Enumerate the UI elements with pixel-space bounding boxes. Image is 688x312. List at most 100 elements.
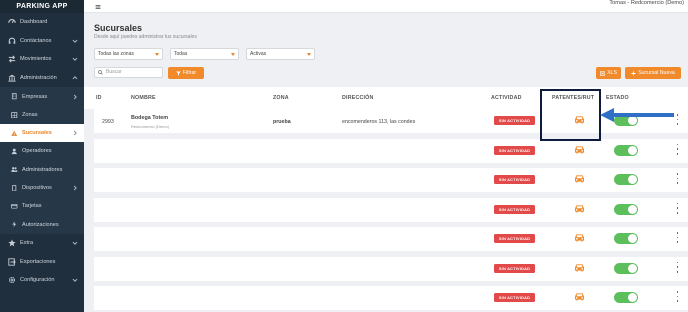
chevron-right-icon (72, 185, 78, 191)
filter-icon (176, 71, 181, 75)
table-row[interactable]: SIN ACTIVIDAD (94, 168, 688, 192)
page-title: Sucursales (94, 23, 143, 33)
chevron-down-icon (72, 56, 78, 62)
bolt-icon (11, 221, 18, 228)
sidebar-item-empresas[interactable]: Empresas (0, 87, 84, 106)
table-row[interactable]: SIN ACTIVIDAD (94, 286, 688, 310)
sidebar-item-administradores[interactable]: Administradores (0, 160, 84, 179)
plus-icon (631, 71, 636, 75)
caret-down-icon (155, 52, 159, 56)
more-options-icon[interactable] (676, 114, 679, 125)
type-filter-value: Todas (174, 51, 188, 57)
xls-export-button[interactable]: XLS (596, 67, 621, 79)
table-row[interactable]: SIN ACTIVIDAD (94, 256, 688, 281)
row-id: 2993 (102, 119, 114, 125)
zone-filter-select[interactable]: Todas las zonas (94, 48, 163, 60)
sidebar-item-tarjetas[interactable]: Tarjetas (0, 197, 84, 216)
toggle-knob (628, 145, 637, 155)
car-icon[interactable] (574, 145, 585, 154)
sidebar-item-extra[interactable]: Extra (0, 234, 84, 253)
sidebar-item-operadores[interactable]: Operadores (0, 142, 84, 161)
sidebar-item-label: Empresas (22, 93, 48, 100)
row-zone: prueba (273, 119, 291, 125)
column-header-activity[interactable]: ACTIVIDAD (491, 95, 522, 101)
headset-icon (7, 36, 16, 45)
row-address: encomenderos 113, las condes (342, 119, 416, 125)
sidebar-item-configuracion[interactable]: Configuración (0, 271, 84, 290)
sidebar-item-exportaciones[interactable]: Exportaciones (0, 252, 84, 271)
car-icon[interactable] (574, 292, 585, 301)
more-options-icon[interactable] (676, 291, 679, 302)
sidebar-item-label: Movimientos (20, 56, 52, 63)
toggle-knob (628, 293, 637, 302)
annotation-arrow (600, 108, 674, 122)
hamburger-menu-icon[interactable] (94, 3, 101, 10)
phone-icon (11, 184, 18, 192)
activity-badge: SIN ACTIVIDAD (494, 263, 535, 273)
more-options-icon[interactable] (676, 143, 679, 155)
column-header-id[interactable]: ID (96, 95, 102, 101)
status-toggle[interactable] (614, 144, 638, 156)
activity-badge: SIN ACTIVIDAD (494, 293, 535, 302)
zone-filter-value: Todas las zonas (98, 51, 134, 57)
sidebar-item-autorizaciones[interactable]: Autorizaciones (0, 215, 84, 234)
user-menu[interactable]: Tomas - Redcomercio (Demo) (609, 0, 684, 7)
sidebar-item-contactanos[interactable]: Contáctanos (0, 32, 84, 51)
chevron-right-icon (72, 130, 78, 136)
sidebar-item-dashboard[interactable]: Dashboard (0, 13, 84, 32)
status-filter-select[interactable]: Activas (246, 48, 315, 60)
chevron-down-icon (72, 38, 78, 44)
more-options-icon[interactable] (676, 232, 679, 243)
table-row[interactable]: SIN ACTIVIDAD (94, 227, 688, 251)
sidebar-item-label: Administradores (22, 166, 63, 173)
chevron-up-icon (72, 75, 78, 81)
status-toggle[interactable] (614, 262, 638, 274)
car-icon[interactable] (574, 174, 585, 183)
status-filter-value: Activas (250, 51, 267, 57)
search-icon (98, 70, 103, 75)
type-filter-select[interactable]: Todas (170, 48, 239, 60)
car-icon[interactable] (574, 204, 585, 213)
column-header-address[interactable]: DIRECCIÓN (342, 95, 374, 101)
gear-icon (7, 276, 16, 285)
top-bar: Tomas - Redcomercio (Demo) (84, 0, 688, 13)
status-toggle[interactable] (614, 292, 638, 303)
user-icon (11, 148, 18, 155)
chevron-down-icon (72, 240, 78, 246)
dashboard-icon (7, 18, 16, 27)
sidebar-item-movimientos[interactable]: Movimientos (0, 50, 84, 69)
car-icon[interactable] (574, 263, 585, 272)
more-options-icon[interactable] (676, 261, 679, 273)
sidebar-item-sucursales[interactable]: Sucursales (0, 123, 84, 143)
status-toggle[interactable] (614, 203, 638, 215)
car-icon[interactable] (574, 233, 585, 242)
more-options-icon[interactable] (676, 202, 679, 214)
export-icon (7, 257, 16, 266)
sidebar-item-label: Sucursales (22, 130, 52, 137)
sidebar-item-zonas[interactable]: Zonas (0, 105, 84, 124)
sidebar-item-dispositivos[interactable]: Dispositivos (0, 178, 84, 198)
bank-icon (7, 74, 16, 83)
new-branch-button-label: Sucursal Nueva (638, 70, 675, 76)
status-toggle[interactable] (614, 233, 638, 244)
table-row[interactable]: SIN ACTIVIDAD (94, 138, 688, 163)
activity-badge: SIN ACTIVIDAD (494, 116, 535, 125)
app-brand: PARKING APP (0, 0, 84, 13)
sidebar-item-administracion[interactable]: Administración (0, 69, 84, 88)
sidebar-item-label: Tarjetas (22, 203, 42, 210)
sidebar-item-label: Dashboard (20, 19, 48, 26)
column-header-zone[interactable]: ZONA (273, 95, 289, 101)
column-header-name[interactable]: NOMBRE (131, 95, 156, 101)
sidebar-item-label: Extra (20, 240, 34, 247)
filter-button[interactable]: Filtrar (168, 67, 204, 79)
caret-down-icon (231, 52, 235, 56)
new-branch-button[interactable]: Sucursal Nueva (625, 67, 681, 79)
search-input[interactable]: Buscar (94, 67, 163, 78)
column-header-status[interactable]: ESTADO (606, 95, 629, 101)
warning-icon (11, 130, 18, 137)
chevron-down-icon (72, 277, 78, 283)
table-row[interactable]: SIN ACTIVIDAD (94, 197, 688, 222)
sidebar: PARKING APP Dashboard Contáctanos Movimi… (0, 0, 84, 312)
more-options-icon[interactable] (676, 173, 679, 184)
status-toggle[interactable] (614, 174, 638, 185)
